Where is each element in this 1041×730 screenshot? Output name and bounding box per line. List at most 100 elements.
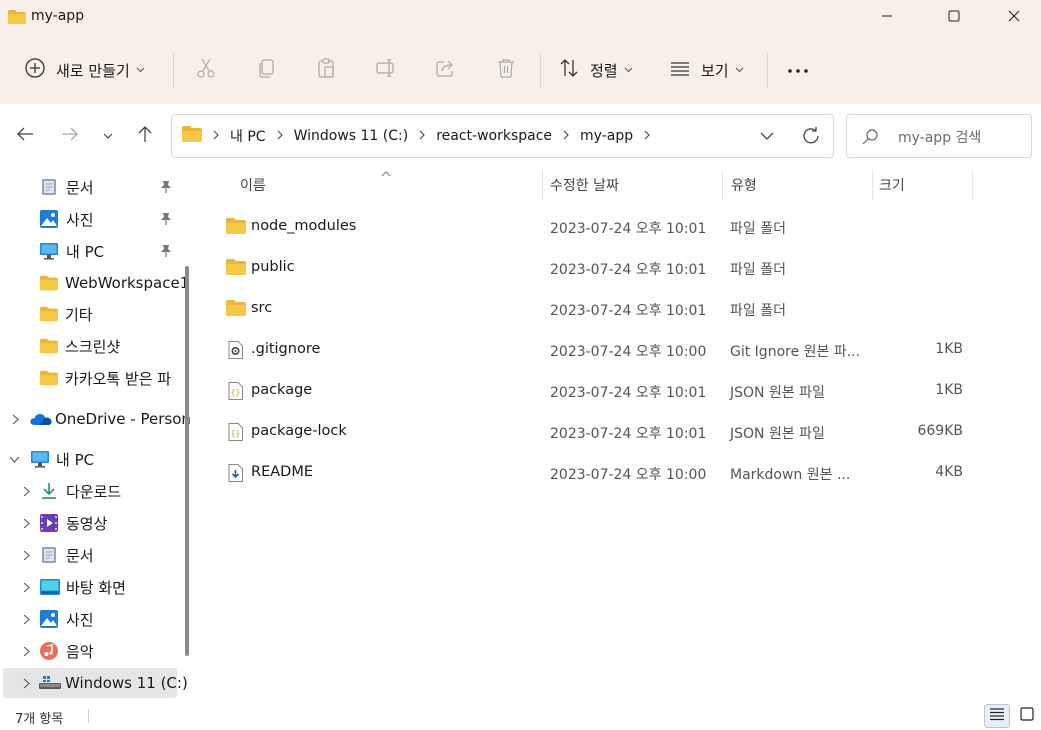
sidebar-item-label: 동영상	[66, 514, 108, 533]
details-view-button[interactable]	[984, 704, 1010, 728]
chevron-down-icon[interactable]	[8, 453, 20, 465]
column-divider[interactable]	[542, 170, 543, 200]
chevron-right-icon	[213, 130, 219, 143]
address-history-button[interactable]	[757, 126, 777, 150]
column-divider[interactable]	[722, 170, 723, 200]
sidebar-item-pictures-pc[interactable]: 사진	[0, 604, 180, 634]
chevron-right-icon[interactable]	[9, 413, 21, 425]
back-button[interactable]	[13, 124, 37, 148]
minimize-button[interactable]	[864, 0, 910, 36]
file-type: JSON 원본 파일	[730, 426, 825, 442]
chevron-right-icon[interactable]	[20, 613, 32, 625]
close-button[interactable]	[991, 0, 1037, 36]
copy-button[interactable]	[255, 58, 277, 82]
sidebar-item-windows-c[interactable]: Windows 11 (C:)	[3, 668, 188, 698]
sidebar-item-label: 음악	[66, 642, 94, 661]
sidebar-item-screenshots[interactable]: 스크린샷	[0, 331, 180, 361]
forward-button[interactable]	[58, 124, 82, 148]
cut-button[interactable]	[195, 58, 217, 82]
sidebar-item-label: 바탕 화면	[66, 578, 126, 597]
video-icon	[40, 514, 58, 532]
breadcrumb-item[interactable]: react-workspace	[436, 128, 552, 144]
chevron-right-icon[interactable]	[20, 581, 32, 593]
search-input[interactable]: my-app 검색	[846, 114, 1032, 158]
chevron-right-icon[interactable]	[20, 485, 32, 497]
sort-ascending-icon	[381, 166, 391, 182]
column-header-label: 이름	[240, 178, 266, 194]
sidebar-item-onedrive[interactable]: OneDrive - Person	[0, 404, 191, 434]
download-icon	[40, 482, 58, 500]
minimize-icon	[881, 10, 893, 26]
table-row[interactable]: README 2023-07-24 오후 10:00 Markdown 원본 .…	[222, 455, 972, 491]
paste-button[interactable]	[315, 58, 337, 82]
column-header-date[interactable]: 수정한 날짜	[550, 168, 619, 202]
sidebar-item-kakaotalk[interactable]: 카카오톡 받은 파	[0, 363, 180, 393]
sidebar-item-this-pc-root[interactable]: 내 PC	[0, 444, 180, 474]
column-divider[interactable]	[872, 170, 873, 200]
file-size: 4KB	[935, 464, 963, 480]
file-name: package-lock	[251, 423, 347, 439]
sidebar-item-videos[interactable]: 동영상	[0, 508, 180, 538]
sidebar-item-desktop[interactable]: 바탕 화면	[0, 572, 180, 602]
chevron-right-icon[interactable]	[20, 549, 32, 561]
json-file-icon: {}	[228, 382, 248, 400]
sidebar-item-label: WebWorkspace1	[65, 274, 190, 292]
sidebar-item-this-pc[interactable]: 내 PC	[0, 236, 180, 266]
sort-button[interactable]: 정렬	[558, 54, 633, 86]
folder-icon	[226, 218, 246, 236]
sidebar-item-downloads[interactable]: 다운로드	[0, 476, 180, 506]
sidebar-item-documents[interactable]: 문서	[0, 172, 180, 202]
chevron-right-icon[interactable]	[20, 677, 32, 689]
column-header-name[interactable]: 이름	[240, 168, 266, 202]
chevron-right-icon[interactable]	[20, 517, 32, 529]
folder-icon	[40, 337, 58, 355]
breadcrumb-item[interactable]: 내 PC	[230, 126, 266, 146]
sidebar-item-pictures[interactable]: 사진	[0, 204, 180, 234]
column-divider[interactable]	[972, 170, 973, 200]
table-row[interactable]: {} package-lock 2023-07-24 오후 10:01 JSON…	[222, 414, 972, 450]
breadcrumb-item[interactable]: Windows 11 (C:)	[294, 128, 409, 144]
file-name: .gitignore	[251, 341, 321, 357]
more-icon	[787, 62, 809, 78]
file-date: 2023-07-24 오후 10:01	[550, 221, 707, 237]
share-icon	[435, 57, 457, 83]
chevron-right-icon	[563, 130, 569, 143]
sidebar-item-documents-pc[interactable]: 문서	[0, 540, 180, 570]
folder-icon	[8, 10, 26, 24]
table-row[interactable]: public 2023-07-24 오후 10:01 파일 폴더	[222, 250, 972, 286]
chevron-right-icon[interactable]	[20, 645, 32, 657]
table-row[interactable]: src 2023-07-24 오후 10:01 파일 폴더	[222, 291, 972, 327]
sidebar-item-webworkspace1[interactable]: WebWorkspace1	[0, 268, 189, 298]
refresh-button[interactable]	[800, 125, 822, 151]
table-row[interactable]: {} package 2023-07-24 오후 10:01 JSON 원본 파…	[222, 373, 972, 409]
address-bar[interactable]: 내 PC Windows 11 (C:) react-workspace my-…	[171, 114, 834, 158]
sort-icon	[558, 57, 580, 83]
sidebar-item-label: 내 PC	[66, 242, 105, 261]
more-button[interactable]	[787, 54, 809, 86]
new-button[interactable]: 새로 만들기	[24, 54, 145, 86]
file-date: 2023-07-24 오후 10:01	[550, 385, 707, 401]
delete-button[interactable]	[495, 58, 517, 82]
view-list-icon	[669, 57, 691, 83]
recent-locations-button[interactable]	[96, 124, 120, 148]
sidebar-item-music[interactable]: 음악	[0, 636, 180, 666]
share-button[interactable]	[435, 58, 457, 82]
table-row[interactable]: .gitignore 2023-07-24 오후 10:00 Git Ignor…	[222, 332, 972, 368]
sidebar-item-label: 기타	[65, 305, 93, 324]
sidebar-item-other[interactable]: 기타	[0, 299, 180, 329]
details-view-icon	[989, 707, 1005, 725]
sidebar-scrollbar[interactable]	[185, 266, 189, 656]
rename-icon	[375, 57, 397, 83]
maximize-button[interactable]	[931, 0, 977, 36]
breadcrumb-item[interactable]: my-app	[580, 128, 633, 144]
rename-button[interactable]	[375, 58, 397, 82]
column-header-size[interactable]: 크기	[879, 168, 905, 202]
view-button[interactable]: 보기	[669, 54, 744, 86]
delete-icon	[495, 57, 517, 83]
column-header-type[interactable]: 유형	[731, 168, 757, 202]
toolbar-divider	[540, 52, 541, 88]
large-icons-view-button[interactable]	[1014, 704, 1040, 728]
up-button[interactable]	[133, 124, 157, 148]
breadcrumb: 내 PC Windows 11 (C:) react-workspace my-…	[182, 115, 661, 157]
table-row[interactable]: node_modules 2023-07-24 오후 10:01 파일 폴더	[222, 209, 972, 245]
